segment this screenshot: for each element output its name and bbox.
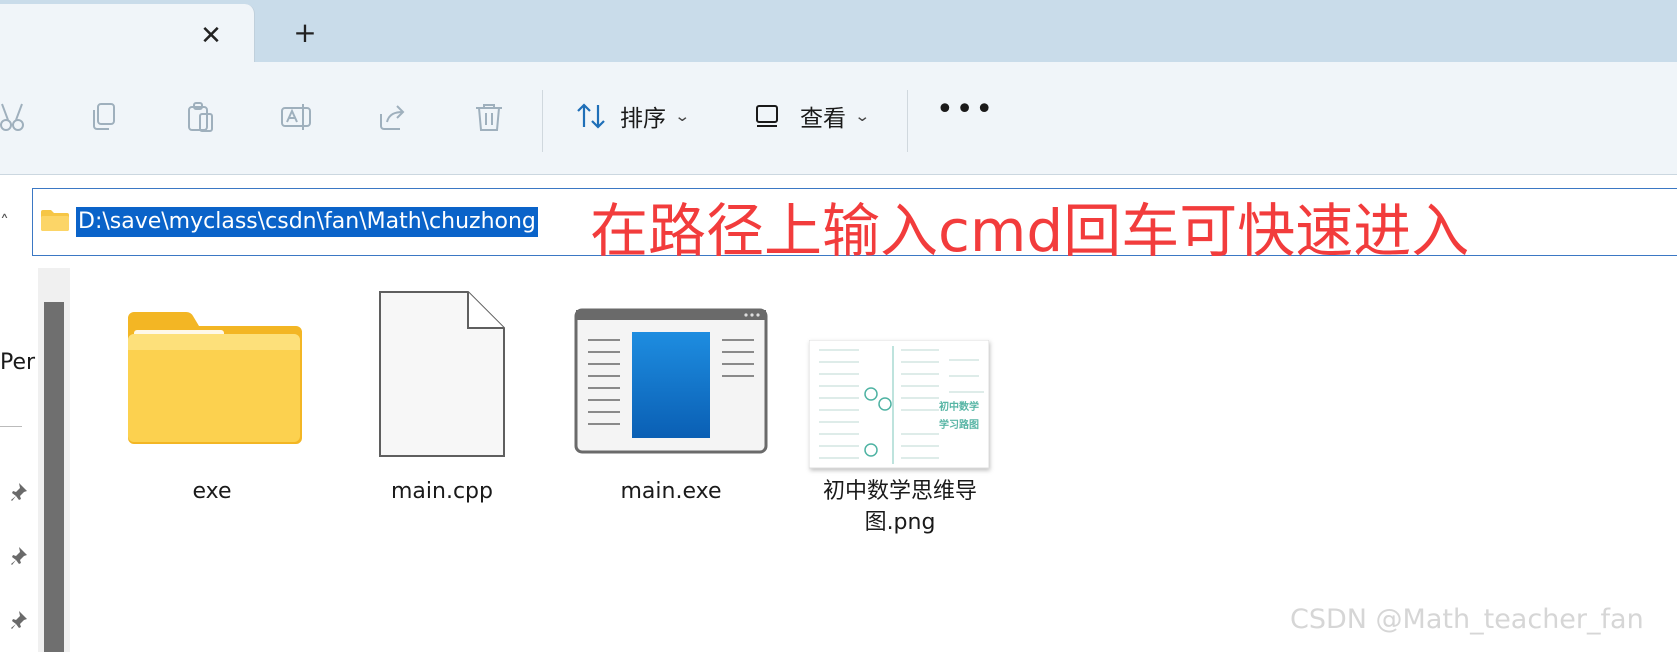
sort-icon — [577, 103, 605, 129]
chevron-down-icon: ⌄ — [674, 107, 691, 125]
file-name: main.cpp — [391, 479, 493, 504]
thumbnail-subtitle: 学习路图 — [939, 420, 979, 431]
folder-icon — [41, 210, 69, 231]
chevron-down-icon: ⌄ — [854, 107, 871, 125]
file-name-line2: 图.png — [864, 510, 936, 535]
file-name: exe — [192, 479, 232, 504]
share-icon[interactable] — [375, 100, 409, 134]
sort-dropdown[interactable]: 排序 ⌄ — [574, 96, 691, 136]
annotation-text: 在路径上输入cmd回车可快速进入 — [590, 197, 1470, 265]
toolbar-separator — [542, 90, 543, 152]
watermark: CSDN @Math_teacher_fan — [1290, 604, 1644, 635]
nav-scrollbar-thumb[interactable] — [44, 302, 64, 652]
more-options-button[interactable]: ••• — [936, 95, 993, 130]
application-icon — [574, 308, 768, 454]
nav-divider — [0, 426, 22, 427]
address-path-input[interactable]: D:\save\myclass\csdn\fan\Math\chuzhong — [76, 207, 538, 237]
chevron-up-icon[interactable]: ˄ — [0, 212, 9, 233]
cut-icon[interactable] — [0, 100, 34, 134]
document-icon — [379, 291, 505, 457]
rename-icon[interactable] — [279, 100, 313, 134]
nav-item-personal[interactable]: Pers — [0, 350, 36, 375]
file-name: main.exe — [620, 479, 722, 504]
close-icon[interactable]: ✕ — [197, 22, 225, 50]
thumbnail-title: 初中数学 — [939, 402, 979, 413]
tab-active[interactable]: ✕ — [0, 4, 255, 66]
pin-icon — [11, 611, 27, 629]
view-label: 查看 — [800, 106, 846, 132]
view-dropdown[interactable]: 查看 ⌄ — [754, 96, 871, 136]
view-icon — [756, 105, 778, 127]
toolbar-separator — [907, 90, 908, 152]
pin-icon — [11, 547, 27, 565]
new-tab-button[interactable]: + — [291, 18, 319, 48]
sort-label: 排序 — [620, 106, 666, 132]
delete-icon[interactable] — [472, 100, 506, 134]
copy-icon[interactable] — [88, 100, 122, 134]
file-name-line1: 初中数学思维导 — [822, 479, 977, 504]
pin-icon — [11, 483, 27, 501]
paste-icon[interactable] — [184, 100, 218, 134]
folder-icon — [128, 311, 302, 444]
